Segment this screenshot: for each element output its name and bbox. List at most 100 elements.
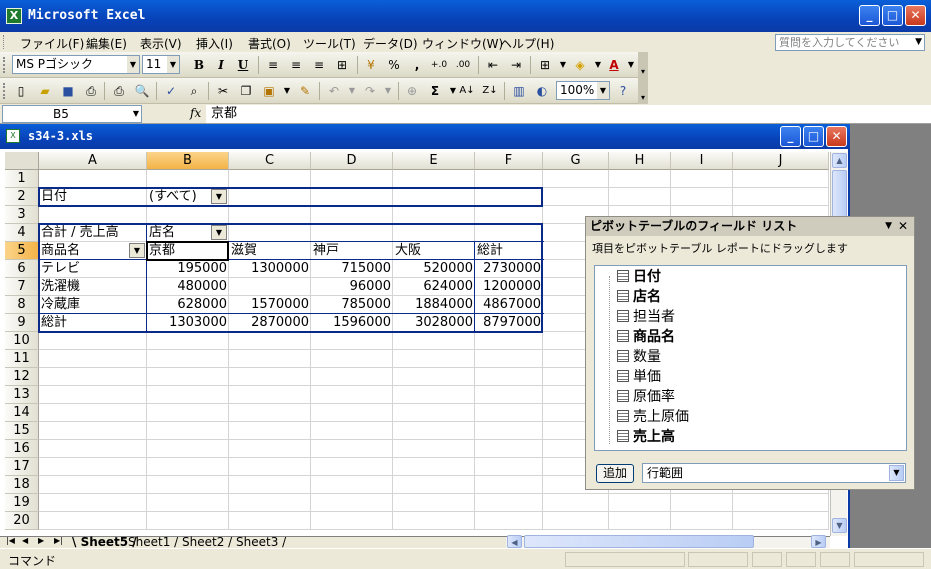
permission-icon[interactable]: ⎙ [82, 82, 100, 100]
pivot-field-item[interactable]: 原価率 [617, 387, 675, 407]
font-color-icon[interactable]: A [605, 56, 623, 74]
row-header-1[interactable]: 1 [5, 170, 39, 188]
pivot-field-item[interactable]: 商品名 [617, 327, 675, 347]
font-name-select[interactable]: MS Pゴシック ▼ [12, 55, 140, 74]
research-icon[interactable]: ⌕ [185, 82, 203, 100]
formula-input[interactable]: 京都 [206, 105, 931, 123]
row-header-17[interactable]: 17 [5, 458, 39, 476]
sheet-tab-sheet1[interactable]: Sheet1 / [128, 536, 178, 548]
chevron-down-icon[interactable]: ▼ [167, 56, 179, 73]
toolbar-grip[interactable] [3, 83, 6, 99]
column-header-f[interactable]: F [475, 152, 543, 170]
chevron-down-icon[interactable]: ▼ [343, 82, 361, 100]
menu-insert[interactable]: 挿入(I) [196, 35, 233, 52]
chevron-down-icon[interactable]: ▼ [885, 217, 892, 236]
align-left-icon[interactable]: ≡ [264, 56, 282, 74]
chevron-down-icon[interactable]: ▼ [889, 465, 904, 481]
help-icon[interactable]: ? [614, 82, 632, 100]
row-header-16[interactable]: 16 [5, 440, 39, 458]
pivot-field-listbox[interactable]: 日付 店名 担当者 商品名 数量 単価 原価率 売上原価 売上高 [594, 265, 907, 451]
scroll-right-icon[interactable]: ▶ [811, 535, 826, 548]
drawing-icon[interactable]: ◐ [533, 82, 551, 100]
menu-view[interactable]: 表示(V) [140, 35, 182, 52]
active-cell[interactable] [146, 241, 229, 261]
chevron-down-icon[interactable]: ▼ [597, 82, 609, 99]
borders-icon[interactable]: ⊞ [536, 56, 554, 74]
paste-icon[interactable]: ▣ [260, 82, 278, 100]
toolbar-options-icon[interactable]: ▾ [638, 78, 648, 104]
row-header-15[interactable]: 15 [5, 422, 39, 440]
maximize-button[interactable]: □ [882, 5, 903, 26]
select-all-corner[interactable] [5, 152, 39, 170]
bold-button[interactable]: B [190, 56, 208, 74]
underline-button[interactable]: U [234, 56, 252, 74]
cut-icon[interactable]: ✂ [214, 82, 232, 100]
save-icon[interactable]: ■ [59, 82, 77, 100]
menu-file[interactable]: ファイル(F) [20, 35, 84, 52]
menu-grip[interactable] [3, 35, 6, 49]
pivot-field-item[interactable]: 売上高 [617, 427, 675, 447]
horizontal-scroll-thumb[interactable] [524, 535, 754, 548]
print-icon[interactable]: ⎙ [110, 82, 128, 100]
menu-edit[interactable]: 編集(E) [86, 35, 127, 52]
align-right-icon[interactable]: ≡ [310, 56, 328, 74]
currency-icon[interactable]: ¥ [362, 56, 380, 74]
scroll-left-icon[interactable]: ◀ [507, 535, 522, 548]
open-folder-icon[interactable]: ▰ [36, 82, 54, 100]
help-search-input[interactable]: 質問を入力してください ▼ [775, 34, 925, 51]
row-header-6[interactable]: 6 [5, 260, 39, 278]
column-header-e[interactable]: E [393, 152, 475, 170]
column-header-d[interactable]: D [311, 152, 393, 170]
menu-window[interactable]: ウィンドウ(W) [422, 35, 503, 52]
italic-button[interactable]: I [212, 56, 230, 74]
copy-icon[interactable]: ❐ [237, 82, 255, 100]
column-header-c[interactable]: C [229, 152, 311, 170]
chevron-down-icon[interactable]: ▼ [554, 56, 572, 74]
row-header-14[interactable]: 14 [5, 404, 39, 422]
autosum-button[interactable]: Σ [426, 82, 444, 100]
add-to-button[interactable]: 追加 [596, 464, 634, 483]
row-header-18[interactable]: 18 [5, 476, 39, 494]
sort-descending-icon[interactable]: Z↓ [481, 82, 499, 100]
increase-decimal-icon[interactable]: +.0 [430, 56, 448, 74]
minimize-button[interactable]: _ [859, 5, 880, 26]
row-header-10[interactable]: 10 [5, 332, 39, 350]
chevron-down-icon[interactable]: ▼ [278, 82, 296, 100]
menu-data[interactable]: データ(D) [363, 35, 418, 52]
row-header-7[interactable]: 7 [5, 278, 39, 296]
close-icon[interactable]: ✕ [898, 217, 908, 236]
last-sheet-icon[interactable]: ▶| [54, 536, 63, 545]
spelling-icon[interactable]: ✓ [162, 82, 180, 100]
align-center-icon[interactable]: ≡ [287, 56, 305, 74]
scroll-up-icon[interactable]: ▲ [832, 153, 847, 168]
pivot-field-item[interactable]: 店名 [617, 287, 661, 307]
merge-center-icon[interactable]: ⊞ [333, 56, 351, 74]
row-header-11[interactable]: 11 [5, 350, 39, 368]
column-header-i[interactable]: I [671, 152, 733, 170]
toolbar-grip[interactable] [3, 57, 6, 73]
redo-icon[interactable]: ↷ [361, 82, 379, 100]
menu-tools[interactable]: ツール(T) [303, 35, 356, 52]
column-header-b[interactable]: B [147, 152, 229, 170]
menu-format[interactable]: 書式(O) [248, 35, 291, 52]
scroll-down-icon[interactable]: ▼ [832, 518, 847, 533]
sheet-tab-sheet2[interactable]: Sheet2 / [182, 536, 232, 548]
percent-button[interactable]: % [385, 56, 403, 74]
sheet-tab-sheet3[interactable]: Sheet3 / [236, 536, 286, 548]
undo-icon[interactable]: ↶ [325, 82, 343, 100]
print-preview-icon[interactable]: 🔍 [133, 82, 151, 100]
workbook-maximize-button[interactable]: □ [803, 126, 824, 147]
row-header-4[interactable]: 4 [5, 224, 39, 242]
close-button[interactable]: ✕ [905, 5, 926, 26]
decrease-indent-icon[interactable]: ⇤ [484, 56, 502, 74]
next-sheet-icon[interactable]: ▶ [38, 536, 44, 545]
chart-wizard-icon[interactable]: ▥ [510, 82, 528, 100]
chevron-down-icon[interactable]: ▼ [915, 35, 922, 50]
pivot-field-item[interactable]: 担当者 [617, 307, 675, 327]
increase-indent-icon[interactable]: ⇥ [507, 56, 525, 74]
column-header-a[interactable]: A [39, 152, 147, 170]
toolbar-options-icon[interactable]: ▾ [638, 52, 648, 78]
font-size-select[interactable]: 11 ▼ [142, 55, 180, 74]
chevron-down-icon[interactable]: ▼ [133, 106, 139, 122]
chevron-down-icon[interactable]: ▼ [379, 82, 397, 100]
